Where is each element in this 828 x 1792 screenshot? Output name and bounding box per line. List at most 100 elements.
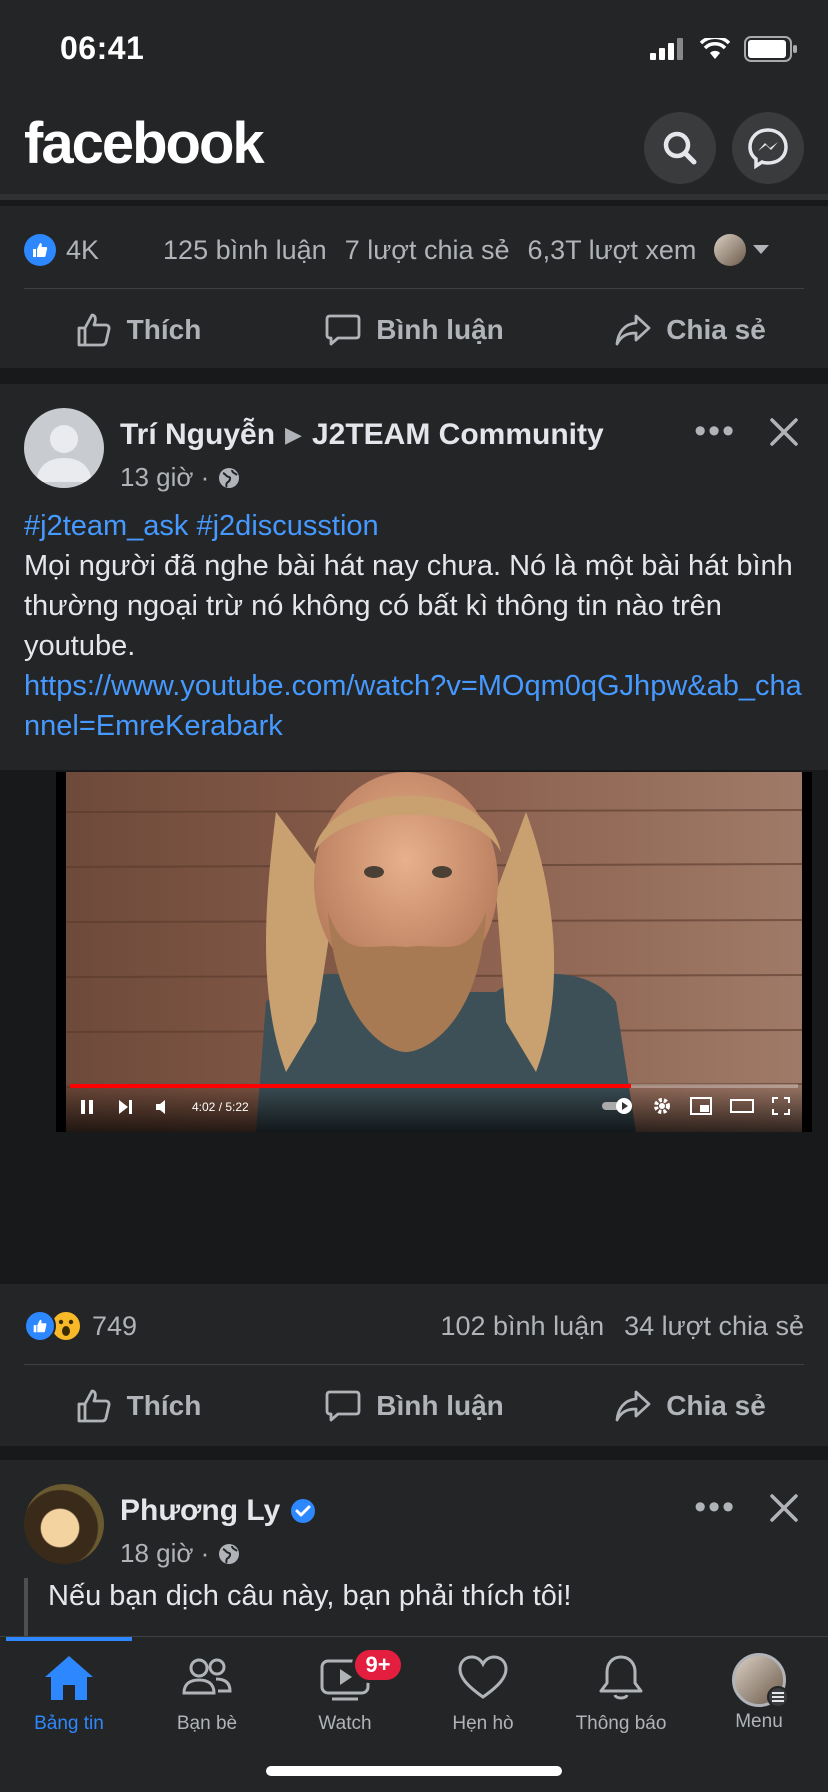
thumbs-up-icon: [77, 1389, 111, 1423]
autoplay-toggle-icon[interactable]: [600, 1096, 634, 1116]
status-time: 06:41: [60, 30, 145, 66]
post-link[interactable]: https://www.youtube.com/watch?v=MOqm0qGJ…: [24, 666, 804, 746]
comment-icon: [325, 1390, 361, 1422]
tab-dating[interactable]: Hẹn hò: [414, 1653, 552, 1735]
share-icon: [615, 1390, 651, 1422]
post-meta: 18 giờ ·: [120, 1538, 241, 1569]
watch-badge: 9+: [352, 1647, 404, 1683]
messenger-button[interactable]: [732, 112, 804, 184]
previous-post-view-count: 6,3T lượt xem: [527, 234, 697, 265]
post-hashtags[interactable]: #j2team_ask #j2discusstion: [24, 506, 804, 546]
default-avatar-icon: [36, 425, 92, 482]
home-icon: [45, 1656, 93, 1700]
next-icon[interactable]: [116, 1098, 134, 1116]
heart-icon: [458, 1655, 508, 1699]
avatar[interactable]: [24, 1484, 104, 1564]
thumbs-up-icon: [77, 313, 111, 347]
share-label: Chia sẻ: [666, 1390, 766, 1421]
previous-post-like-count[interactable]: 4K: [66, 235, 99, 266]
close-icon[interactable]: [764, 1488, 804, 1528]
video-frame-image: [56, 772, 812, 1132]
post-time[interactable]: 13 giờ ·: [120, 462, 209, 493]
search-button[interactable]: [644, 112, 716, 184]
comment-count[interactable]: 102 bình luận: [440, 1311, 604, 1342]
post-author[interactable]: Trí Nguyễn: [120, 418, 275, 452]
divider: [24, 288, 804, 289]
post-author-line: Phương Ly: [120, 1494, 316, 1528]
post-card: Phương Ly 18 giờ · ••• Nếu bạn dịch câu …: [0, 1460, 828, 1636]
previous-post-actions: Thích Bình luận Chia sẻ: [0, 290, 828, 370]
post-actions: Thích Bình luận Chia sẻ: [0, 1366, 828, 1446]
previous-post-footer: 4K 125 bình luận 7 lượt chia sẻ 6,3T lượ…: [0, 206, 828, 368]
comment-label: Bình luận: [376, 314, 504, 345]
quote-bar: [24, 1578, 28, 1636]
like-reaction-icon: [24, 1310, 56, 1342]
share-count[interactable]: 34 lượt chia sẻ: [624, 1311, 804, 1342]
more-options-icon[interactable]: •••: [694, 412, 736, 451]
post-author-line: Trí Nguyễn ▶ J2TEAM Community: [120, 418, 604, 452]
tab-watch[interactable]: 9+ Watch: [276, 1647, 414, 1735]
tab-friends[interactable]: Bạn bè: [138, 1653, 276, 1735]
bell-icon: [599, 1655, 643, 1700]
search-icon: [663, 131, 697, 165]
viewer-avatar[interactable]: [714, 234, 747, 266]
app-header: facebook: [0, 100, 828, 200]
caret-down-icon[interactable]: [752, 244, 770, 256]
tab-notifications[interactable]: Thông báo: [552, 1653, 690, 1735]
post-text: Mọi người đã nghe bài hát nay chưa. Nó l…: [24, 550, 793, 662]
group-arrow-icon: ▶: [285, 422, 302, 447]
miniplayer-icon[interactable]: [690, 1097, 712, 1115]
active-tab-indicator: [6, 1637, 132, 1641]
status-icons: [650, 36, 798, 62]
comment-button[interactable]: Bình luận: [276, 290, 552, 370]
share-button[interactable]: Chia sẻ: [552, 1366, 828, 1446]
post-body: #j2team_ask #j2discusstion Mọi người đã …: [24, 506, 804, 746]
video-progress-track[interactable]: [70, 1084, 798, 1088]
video-progress-fill: [70, 1084, 631, 1088]
status-bar: 06:41: [0, 0, 828, 100]
post-stats: 749 102 bình luận 34 lượt chia sẻ: [24, 1296, 804, 1356]
home-indicator: [266, 1766, 562, 1776]
messenger-icon: [748, 128, 788, 169]
reaction-count[interactable]: 749: [92, 1311, 137, 1342]
video-time: 4:02 / 5:22: [192, 1100, 249, 1114]
previous-post-stats: 4K 125 bình luận 7 lượt chia sẻ 6,3T lượ…: [24, 220, 804, 280]
tab-home[interactable]: Bảng tin: [0, 1653, 138, 1735]
previous-post-share-count[interactable]: 7 lượt chia sẻ: [345, 235, 510, 266]
more-options-icon[interactable]: •••: [694, 1488, 736, 1527]
battery-icon: [744, 36, 797, 62]
avatar[interactable]: [24, 408, 104, 488]
divider: [24, 1364, 804, 1365]
signal-icon: [650, 38, 683, 60]
like-label: Thích: [126, 314, 202, 345]
like-label: Thích: [126, 1390, 202, 1421]
globe-icon: [219, 1543, 240, 1564]
previous-post-comment-count[interactable]: 125 bình luận: [163, 235, 327, 266]
comment-label: Bình luận: [376, 1390, 504, 1421]
avatar-icon: [732, 1653, 789, 1708]
comment-icon: [325, 314, 361, 346]
comment-button[interactable]: Bình luận: [276, 1366, 552, 1446]
close-icon[interactable]: [764, 412, 804, 452]
pause-icon[interactable]: [78, 1098, 96, 1116]
post-time[interactable]: 18 giờ ·: [120, 1538, 209, 1569]
tab-menu[interactable]: Menu: [690, 1653, 828, 1733]
video-controls-left: 4:02 / 5:22: [78, 1098, 249, 1116]
video-player[interactable]: 4:02 / 5:22: [0, 772, 828, 1284]
like-button[interactable]: Thích: [0, 1366, 276, 1446]
friends-icon: [182, 1658, 232, 1695]
volume-icon[interactable]: [154, 1098, 172, 1116]
post-author[interactable]: Phương Ly: [120, 1494, 280, 1528]
like-button[interactable]: Thích: [0, 290, 276, 370]
theater-mode-icon[interactable]: [730, 1098, 754, 1114]
settings-gear-icon[interactable]: [652, 1096, 672, 1116]
fullscreen-icon[interactable]: [772, 1097, 790, 1115]
post-text: Nếu bạn dịch câu này, bạn phải thích tôi…: [48, 1580, 572, 1612]
like-reaction-icon: [24, 234, 56, 266]
video-thumbnail[interactable]: 4:02 / 5:22: [56, 772, 812, 1132]
share-icon: [615, 314, 651, 346]
post-group[interactable]: J2TEAM Community: [312, 418, 604, 452]
globe-icon: [219, 467, 240, 488]
facebook-logo[interactable]: facebook: [24, 110, 265, 177]
share-button[interactable]: Chia sẻ: [552, 290, 828, 370]
